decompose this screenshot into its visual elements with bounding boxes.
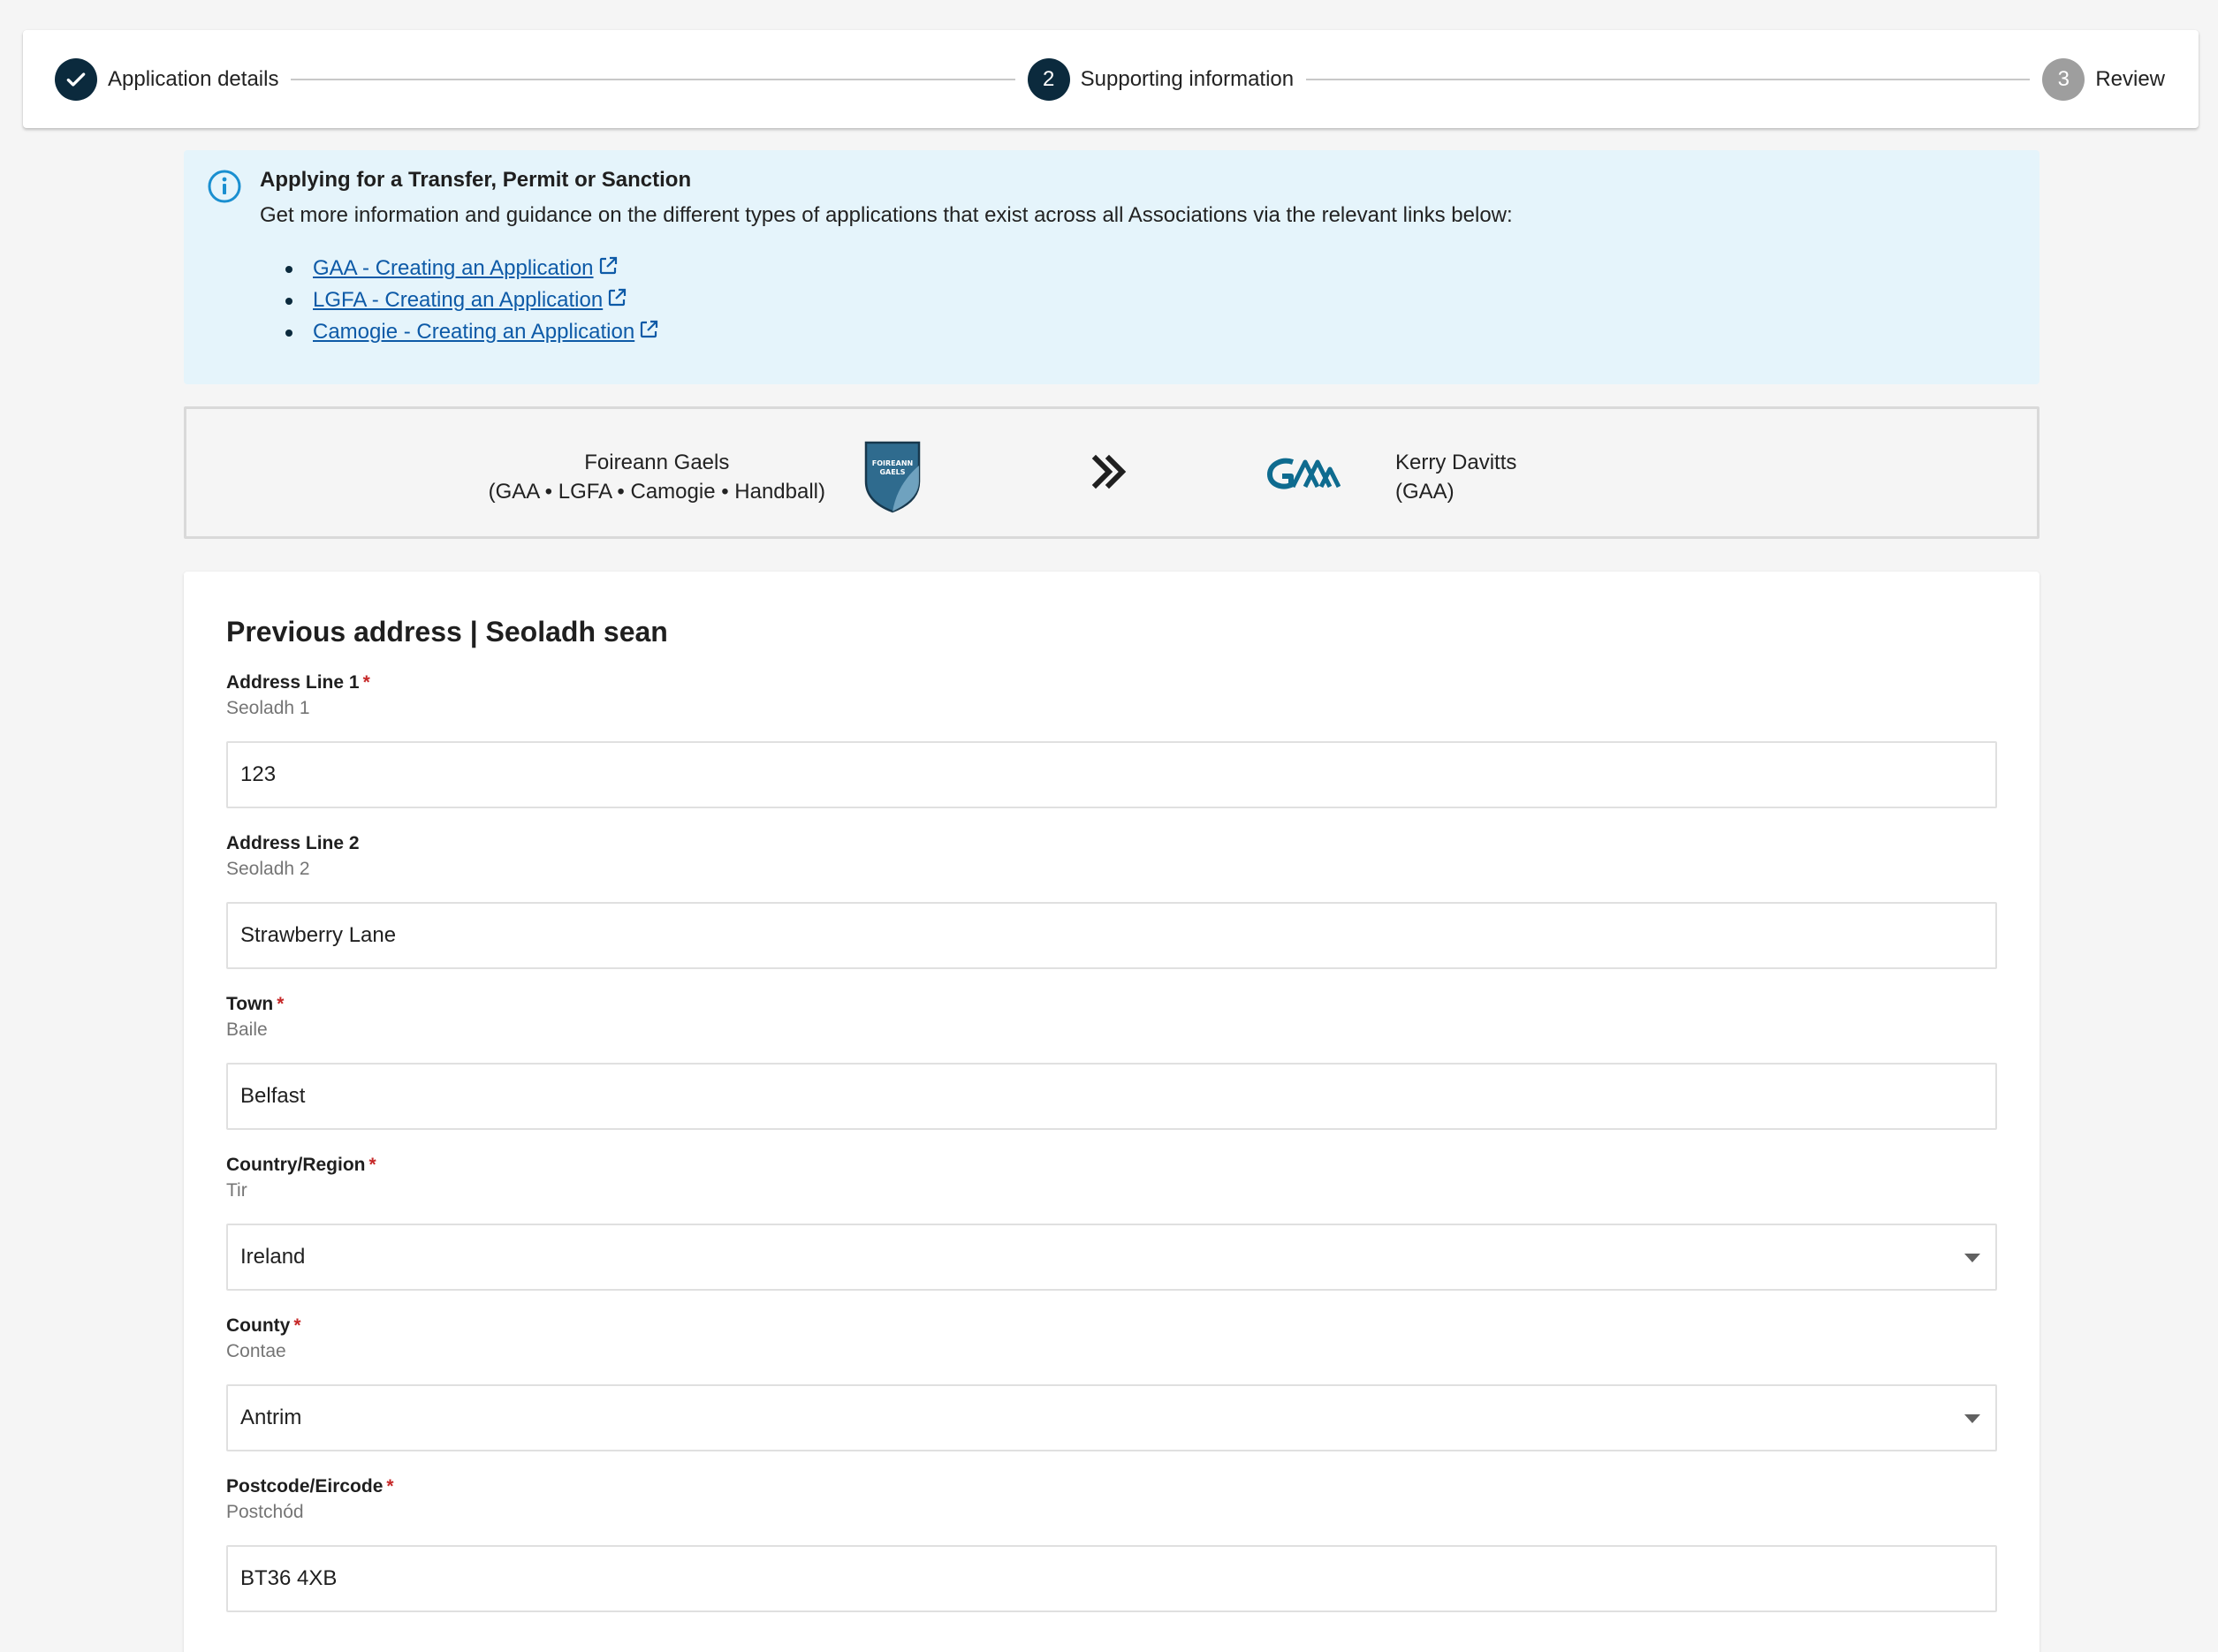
external-link-icon: [609, 288, 627, 307]
address-line-1-input[interactable]: 123: [226, 741, 1997, 808]
step-connector: [1306, 78, 2031, 80]
caret-down-icon: [1964, 1414, 1980, 1423]
external-link-icon: [599, 256, 617, 275]
link-label: Camogie - Creating an Application: [313, 320, 635, 344]
step-number: 3: [2042, 57, 2085, 101]
required-marker: *: [368, 1155, 376, 1175]
step-connector: [291, 78, 1015, 80]
caret-down-icon: [1964, 1254, 1980, 1262]
lgfa-guidance-link[interactable]: LGFA - Creating an Application: [313, 288, 627, 312]
field-label: County: [226, 1315, 291, 1336]
section-title: Previous address | Seoladh sean: [226, 616, 668, 648]
field-label: Town: [226, 994, 274, 1014]
previous-address-card: Previous address | Seoladh sean Address …: [184, 572, 2039, 1652]
field-label: Country/Region: [226, 1155, 366, 1175]
svg-text:GAELS: GAELS: [879, 468, 905, 476]
required-marker: *: [386, 1476, 394, 1497]
address-line-1-field: Address Line 1 * Seoladh 1 123: [226, 671, 1997, 808]
town-field: Town * Baile Belfast: [226, 992, 1997, 1130]
country-region-select[interactable]: Ireland: [226, 1224, 1997, 1291]
step-review[interactable]: 3 Review: [2042, 57, 2166, 101]
field-sublabel: Tir: [226, 1180, 247, 1201]
link-label: GAA - Creating an Application: [313, 256, 594, 280]
list-item: Camogie - Creating an Application: [260, 316, 659, 348]
address-line-2-field: Address Line 2 Seoladh 2 Strawberry Lane: [226, 831, 1997, 969]
field-sublabel: Seoladh 1: [226, 698, 310, 718]
list-item: LGFA - Creating an Application: [260, 284, 659, 316]
county-field: County * Contae Antrim: [226, 1314, 1997, 1451]
club-crest-logo: FOIREANN GAELS: [864, 441, 921, 513]
to-club-name: Kerry Davitts: [1395, 451, 1517, 474]
county-select[interactable]: Antrim: [226, 1384, 1997, 1451]
step-label: Review: [2095, 66, 2166, 91]
progress-stepper: Application details 2 Supporting informa…: [23, 30, 2199, 128]
transfer-summary: Foireann Gaels (GAA • LGFA • Camogie • H…: [184, 406, 2039, 539]
info-icon: [208, 170, 241, 203]
required-marker: *: [293, 1315, 301, 1336]
field-sublabel: Postchód: [226, 1502, 304, 1522]
from-club: Foireann Gaels (GAA • LGFA • Camogie • H…: [489, 448, 825, 506]
camogie-guidance-link[interactable]: Camogie - Creating an Application: [313, 320, 659, 344]
to-club: Kerry Davitts (GAA): [1395, 448, 1516, 506]
info-alert: Applying for a Transfer, Permit or Sanct…: [184, 150, 2039, 384]
from-club-name: Foireann Gaels: [584, 451, 730, 474]
field-sublabel: Seoladh 2: [226, 859, 310, 879]
from-club-associations: (GAA • LGFA • Camogie • Handball): [488, 480, 825, 504]
list-item: GAA - Creating an Application: [260, 253, 659, 284]
guidance-links: GAA - Creating an Application LGFA - Cre…: [260, 253, 659, 348]
field-label: Address Line 1: [226, 672, 360, 693]
field-sublabel: Contae: [226, 1341, 286, 1361]
step-number: 2: [1027, 57, 1070, 101]
info-text: Get more information and guidance on the…: [260, 203, 1513, 227]
country-region-field: Country/Region * Tir Ireland: [226, 1153, 1997, 1291]
postcode-input[interactable]: BT36 4XB: [226, 1545, 1997, 1612]
step-supporting-information[interactable]: 2 Supporting information: [1027, 57, 1295, 101]
external-link-icon: [641, 320, 658, 338]
info-title: Applying for a Transfer, Permit or Sanct…: [260, 168, 692, 192]
link-label: LGFA - Creating an Application: [313, 288, 604, 312]
step-label: Application details: [108, 66, 279, 91]
step-application-details[interactable]: Application details: [55, 57, 279, 101]
step-label: Supporting information: [1080, 66, 1295, 91]
svg-text:FOIREANN: FOIREANN: [872, 459, 913, 467]
checkmark-icon: [55, 57, 97, 101]
required-marker: *: [362, 672, 370, 693]
address-line-2-input[interactable]: Strawberry Lane: [226, 902, 1997, 969]
selected-value: Antrim: [240, 1406, 302, 1429]
field-label: Postcode/Eircode: [226, 1476, 384, 1497]
selected-value: Ireland: [240, 1245, 306, 1269]
field-sublabel: Baile: [226, 1019, 268, 1040]
field-label: Address Line 2: [226, 833, 360, 853]
to-club-associations: (GAA): [1395, 480, 1455, 504]
gaa-guidance-link[interactable]: GAA - Creating an Application: [313, 256, 619, 280]
gaa-logo: [1267, 458, 1341, 489]
required-marker: *: [277, 994, 285, 1014]
town-input[interactable]: Belfast: [226, 1063, 1997, 1130]
double-chevron-right-icon: [1091, 454, 1127, 489]
postcode-field: Postcode/Eircode * Postchód BT36 4XB: [226, 1474, 1997, 1612]
